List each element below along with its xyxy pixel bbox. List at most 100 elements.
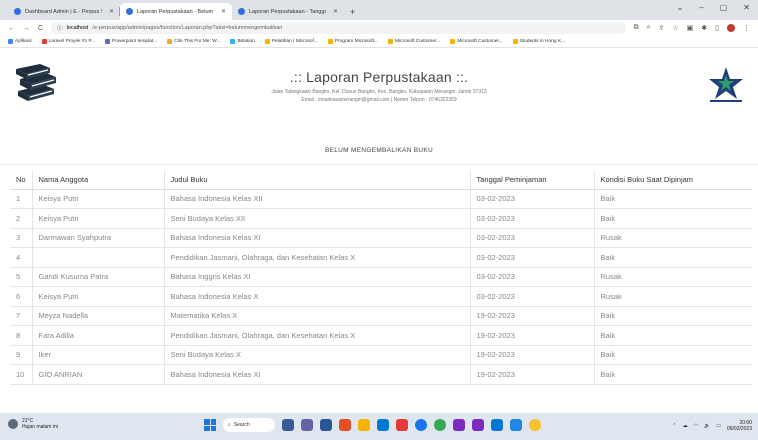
folder-icon[interactable] [358,419,370,431]
cell-kondisi-buku: Baik [594,208,752,229]
cell-judul-buku: Matematika Kelas X [164,306,471,326]
teams-icon[interactable] [301,419,313,431]
chrome-canary-icon[interactable] [529,419,541,431]
tab-search-icon[interactable]: ⌄ [677,3,684,12]
table-header-row: No Nama Anggota Judul Buku Tanggal Pemin… [10,170,752,190]
cell-tanggal-peminjaman: 03-02-2023 [470,189,595,209]
cell-tanggal-peminjaman: 19-02-2023 [470,364,595,385]
report-title-block: .:: Laporan Perpustakaan ::. Jalan Talan… [0,69,758,103]
bookmark-label: Powerpoint templat... [112,39,158,44]
bookmark-label: Bstation [237,39,255,44]
new-tab-button[interactable]: + [350,7,355,17]
vs-code-icon[interactable] [491,419,503,431]
mail-icon[interactable] [377,419,389,431]
bookmark-item[interactable]: Cite This For Me: W... [167,39,220,44]
bookmark-item[interactable]: Powerpoint templat... [105,39,157,44]
back-icon[interactable]: ← [8,25,15,32]
tab-title: Dashboard Admin | E - Perpus SI [25,8,102,15]
browser-tab-bar: Dashboard Admin | E - Perpus SI ✕ Lapora… [0,0,758,20]
cell-tanggal-peminjaman: 03-02-2023 [470,208,595,229]
tab-title: Laporan Perpustakaan - Tanggal [249,8,326,15]
forward-icon[interactable]: → [23,25,30,32]
file-explorer-icon[interactable] [282,419,294,431]
store-icon[interactable] [510,419,522,431]
chrome-icon[interactable] [434,419,446,431]
taskbar-search[interactable]: ⌕ Search [223,418,275,432]
cell-judul-buku: Pendidikan Jasmani, Olahraga, dan Keseha… [164,325,471,346]
volume-icon[interactable]: 🔈 [704,423,710,429]
report-subtitle: BELUM MENGEMBALIKAN BUKU [325,147,433,154]
bookmark-item[interactable]: Microsoft Customer... [450,39,503,44]
close-tab-icon[interactable]: ✕ [221,8,226,15]
extension-icon[interactable]: ▣ [687,24,694,32]
bookmark-label: Program Microsoft... [334,39,379,44]
weather-desc: Hujan malam ini [22,424,58,430]
close-window-button[interactable]: ✕ [743,3,750,12]
address-toolbar: ← → C ⓘ localhost/e-perpus/app/admin/pag… [0,20,758,36]
table-row: 6 Keisya Putri Bahasa Indonesia Kelas X 03-… [10,286,752,307]
report-page: .:: Laporan Perpustakaan ::. Jalan Talan… [0,49,758,413]
report-address: Jalan Talangkawo Bangko, Kel. Dusun Bang… [271,89,487,95]
url-host: localhost [66,25,89,31]
cell-judul-buku: Bahasa Indonesia Kelas X [164,286,471,307]
cell-nama-anggota: Keisya Putri [32,208,165,229]
cell-no: 9 [10,345,33,365]
report-title: .:: Laporan Perpustakaan ::. [289,69,469,85]
extensions-puzzle-icon[interactable]: ✱ [701,24,707,32]
bookmark-item[interactable]: Program Microsoft... [327,39,379,44]
battery-icon[interactable]: ▭ [716,423,721,429]
tab-dashboard[interactable]: Dashboard Admin | E - Perpus SI ✕ [8,3,120,20]
bookmark-item[interactable]: Microsoft Customer... [388,39,440,44]
bookmark-item[interactable]: Students in Hong K... [512,39,565,44]
cell-no: 6 [10,286,33,307]
profile-avatar[interactable] [727,24,735,32]
bookmark-label: Aplikasi [15,39,32,44]
site-info-icon[interactable]: ⓘ [57,24,63,32]
maximize-button[interactable]: ▢ [720,3,728,12]
bookmark-item[interactable]: Aplikasi [8,39,32,44]
bookmark-icon [264,39,270,44]
bookmark-item[interactable]: Laravel Proyek #1 P... [41,39,95,44]
tab-laporan-belum[interactable]: Laporan Perpustakaan - Belum M ✕ [120,3,232,20]
git-icon[interactable] [339,419,351,431]
window-controls: ⌄ – ▢ ✕ [677,3,750,12]
edge-browser-icon[interactable] [415,419,427,431]
bookmark-item[interactable]: Bstation [230,39,255,44]
close-tab-icon[interactable]: ✕ [333,8,338,15]
cell-judul-buku: Bahasa Indonesia Kelas XI [164,364,471,385]
bookmark-star-icon[interactable]: ☆ [672,24,678,32]
tab-laporan-tanggal[interactable]: Laporan Perpustakaan - Tanggal ✕ [232,3,344,20]
reload-icon[interactable]: C [38,25,43,32]
tab-favicon-icon [238,8,245,15]
bookmark-item[interactable]: Pelatihan | Microsof... [264,39,318,44]
url-bar[interactable]: ⓘ localhost/e-perpus/app/admin/pages/fun… [51,22,626,34]
menu-kebab-icon[interactable]: ⋮ [743,24,750,32]
share-icon[interactable]: ⇪ [658,24,664,32]
cell-no: 3 [10,228,33,248]
zoom-icon[interactable]: ⌕ [647,24,651,32]
calendar-app-icon[interactable] [320,419,332,431]
cell-kondisi-buku: Baik [594,189,752,209]
tray-overflow-icon[interactable]: ⌃ [672,423,676,429]
report-header: .:: Laporan Perpustakaan ::. Jalan Talan… [0,49,758,129]
translate-icon[interactable]: ⧉ [634,24,639,32]
red-app-icon[interactable] [396,419,408,431]
cell-nama-anggota: Keisya Putri [32,286,165,307]
wifi-icon[interactable]: ◠ [694,423,698,429]
table-row: 8 Fara Adilla Pendidikan Jasmani, Olahraga… [10,325,752,346]
cell-tanggal-peminjaman: 03-02-2023 [470,228,595,248]
minimize-button[interactable]: – [699,3,703,12]
clock[interactable]: 20:00 09/03/2023 [727,420,752,432]
report-table: No Nama Anggota Judul Buku Tanggal Pemin… [10,170,752,385]
bookmark-icon [8,39,13,44]
vs-code-purple-icon[interactable] [453,419,465,431]
start-button[interactable] [204,419,216,431]
sidebar-icon[interactable]: ▯ [715,24,719,32]
clock-date: 09/03/2023 [726,426,752,432]
browser-tools: ⧉ ⌕ ⇪ ☆ ▣ ✱ ▯ ⋮ [634,24,750,32]
close-tab-icon[interactable]: ✕ [109,8,114,15]
bookmark-icon [230,39,236,44]
onedrive-icon[interactable]: ☁ [683,423,688,429]
visual-studio-icon[interactable] [472,419,484,431]
weather-widget[interactable]: 21°C Hujan malam ini [8,418,58,430]
